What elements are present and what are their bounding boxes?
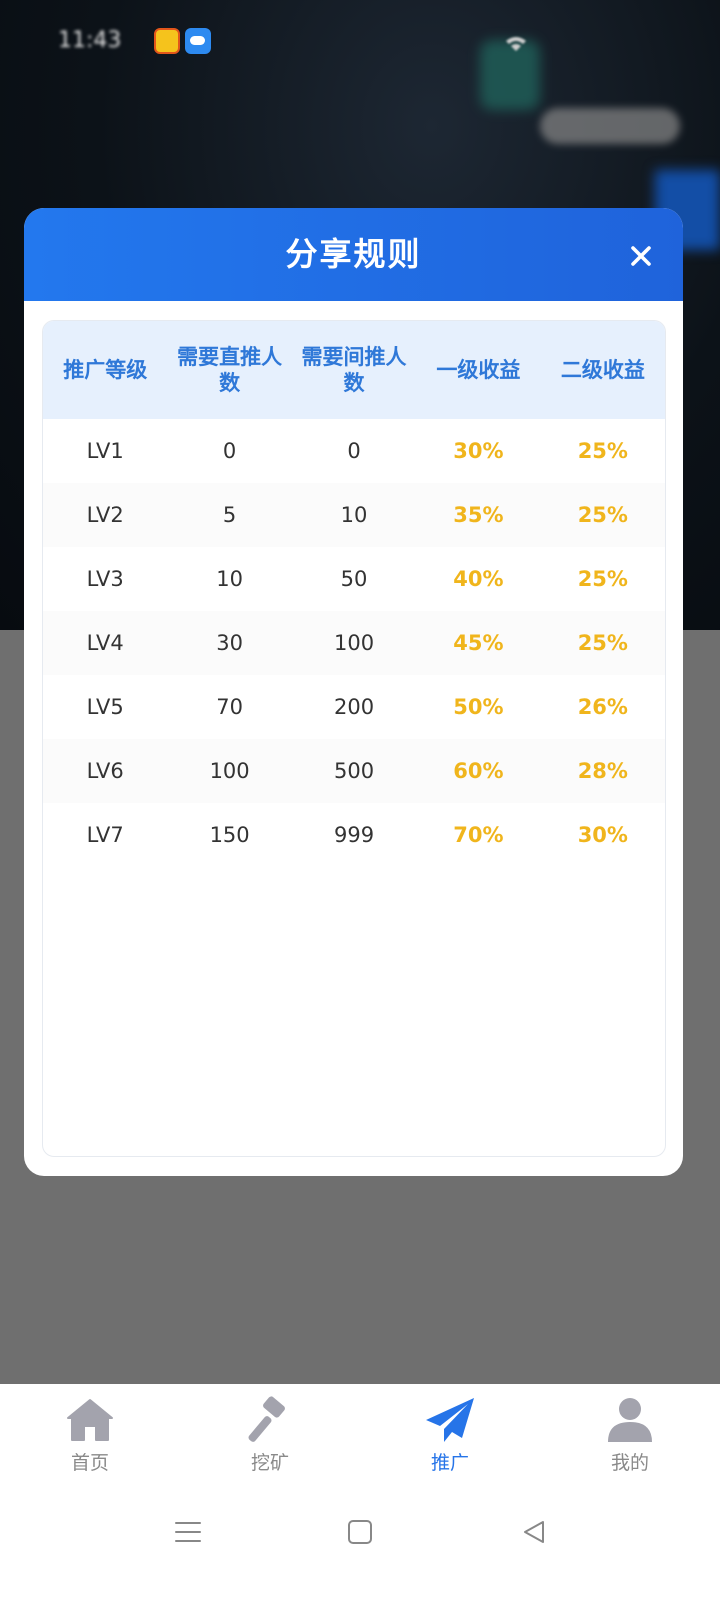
cell-income-2: 25% bbox=[577, 503, 628, 527]
home-icon bbox=[67, 1399, 113, 1441]
cell-indirect: 200 bbox=[333, 695, 375, 719]
square-icon bbox=[348, 1520, 372, 1544]
menu-icon bbox=[175, 1522, 201, 1542]
close-button[interactable] bbox=[621, 236, 661, 276]
table-row: LV5 70 200 50% 26% bbox=[43, 675, 665, 739]
cell-income-2: 26% bbox=[577, 695, 628, 719]
header-indirect-count: 需要间推人数 bbox=[301, 345, 407, 395]
cell-level: LV3 bbox=[86, 567, 124, 591]
modal-header: 分享规则 bbox=[24, 208, 683, 301]
cell-level: LV7 bbox=[86, 823, 124, 847]
cell-income-2: 25% bbox=[577, 567, 628, 591]
cell-level: LV2 bbox=[86, 503, 124, 527]
cell-level: LV4 bbox=[86, 631, 124, 655]
cell-income-2: 28% bbox=[577, 759, 628, 783]
table-row: LV4 30 100 45% 25% bbox=[43, 611, 665, 675]
system-nav-bar bbox=[0, 1490, 720, 1604]
modal-title: 分享规则 bbox=[285, 235, 422, 273]
tab-label: 挖矿 bbox=[250, 1452, 289, 1474]
cell-income-1: 30% bbox=[453, 439, 504, 463]
table-header: 推广等级 需要直推人数 需要间推人数 一级收益 二级收益 bbox=[43, 321, 665, 419]
cell-income-2: 25% bbox=[577, 439, 628, 463]
cell-income-2: 30% bbox=[577, 823, 628, 847]
bottom-tab-bar: 首页 挖矿 推广 我的 bbox=[0, 1384, 720, 1490]
cell-indirect: 0 bbox=[347, 439, 361, 463]
header-level1-income: 一级收益 bbox=[436, 358, 521, 382]
cell-income-1: 40% bbox=[453, 567, 504, 591]
tab-home[interactable]: 首页 bbox=[0, 1384, 180, 1490]
table-row: LV2 5 10 35% 25% bbox=[43, 483, 665, 547]
table-row: LV6 100 500 60% 28% bbox=[43, 739, 665, 803]
tab-label: 我的 bbox=[610, 1452, 649, 1474]
cell-income-1: 60% bbox=[453, 759, 504, 783]
recent-apps-button[interactable] bbox=[166, 1510, 210, 1554]
cell-indirect: 50 bbox=[340, 567, 368, 591]
cell-level: LV6 bbox=[86, 759, 124, 783]
back-button[interactable] bbox=[512, 1510, 556, 1554]
cell-level: LV5 bbox=[86, 695, 124, 719]
cell-income-1: 45% bbox=[453, 631, 504, 655]
background-pill bbox=[540, 108, 680, 144]
hammer-icon bbox=[248, 1396, 285, 1442]
user-icon bbox=[608, 1398, 652, 1442]
cell-direct: 150 bbox=[209, 823, 250, 847]
paper-plane-icon bbox=[426, 1398, 474, 1442]
home-button[interactable] bbox=[338, 1510, 382, 1554]
table-row: LV7 150 999 70% 30% bbox=[43, 803, 665, 867]
tab-mining[interactable]: 挖矿 bbox=[180, 1384, 360, 1490]
weather-icon bbox=[185, 28, 211, 54]
cell-indirect: 100 bbox=[333, 631, 375, 655]
share-rules-modal: 分享规则 推广等级 需要直推人数 需要间推人数 一级收益 二级收益 LV1 0 … bbox=[24, 208, 683, 1176]
page: 11:43 分享规则 推广等级 需要直推人数 需要间推人数 一级收益 二级收益 bbox=[0, 0, 720, 1604]
cell-direct: 0 bbox=[222, 439, 237, 463]
back-triangle-icon bbox=[524, 1521, 544, 1543]
table-row: LV1 0 0 30% 25% bbox=[43, 419, 665, 483]
tab-label: 首页 bbox=[70, 1452, 109, 1474]
cell-income-2: 25% bbox=[577, 631, 628, 655]
cell-direct: 70 bbox=[216, 695, 243, 719]
tab-label: 推广 bbox=[430, 1452, 469, 1474]
rules-table: 推广等级 需要直推人数 需要间推人数 一级收益 二级收益 LV1 0 0 30%… bbox=[42, 320, 666, 1157]
tab-promote[interactable]: 推广 bbox=[360, 1384, 540, 1490]
table-body: LV1 0 0 30% 25% LV2 5 10 35% 25% LV3 10 … bbox=[43, 419, 665, 867]
status-bar: 11:43 bbox=[0, 0, 720, 80]
cell-indirect: 999 bbox=[333, 823, 375, 847]
tab-profile[interactable]: 我的 bbox=[540, 1384, 720, 1490]
cell-income-1: 70% bbox=[453, 823, 504, 847]
cell-level: LV1 bbox=[86, 439, 124, 463]
cell-direct: 100 bbox=[209, 759, 250, 783]
header-direct-count: 需要直推人数 bbox=[177, 345, 283, 395]
cell-direct: 30 bbox=[216, 631, 243, 655]
cell-indirect: 10 bbox=[340, 503, 368, 527]
cell-income-1: 50% bbox=[453, 695, 504, 719]
header-level2-income: 二级收益 bbox=[560, 358, 645, 382]
table-row: LV3 10 50 40% 25% bbox=[43, 547, 665, 611]
status-time: 11:43 bbox=[58, 28, 122, 53]
close-icon bbox=[631, 246, 651, 266]
cell-income-1: 35% bbox=[453, 503, 504, 527]
cell-direct: 10 bbox=[216, 567, 243, 591]
cell-direct: 5 bbox=[222, 503, 237, 527]
wifi-icon bbox=[505, 36, 527, 56]
cell-indirect: 500 bbox=[333, 759, 375, 783]
header-level: 推广等级 bbox=[63, 358, 148, 382]
notification-app-icon bbox=[154, 28, 180, 54]
